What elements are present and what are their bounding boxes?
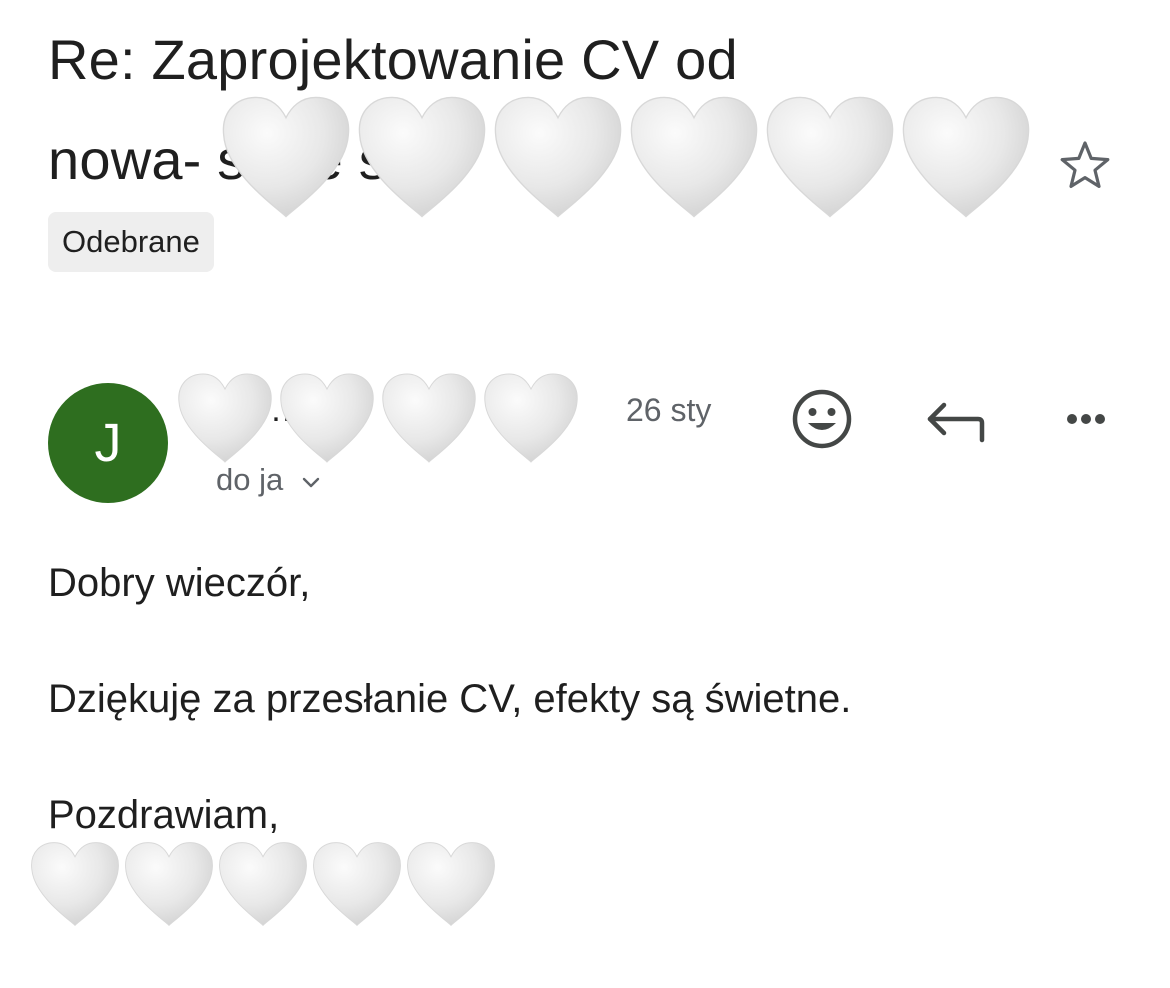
- avatar[interactable]: J: [48, 383, 168, 503]
- more-horizontal-icon[interactable]: [1050, 383, 1122, 455]
- body-closing: Pozdrawiam,: [48, 793, 280, 837]
- emoji-reaction-icon[interactable]: [786, 383, 858, 455]
- recipient-label: do ja: [216, 462, 284, 497]
- email-date: 26 sty: [626, 392, 712, 428]
- body-message: Dziękuję za przesłanie CV, efekty są świ…: [48, 677, 852, 721]
- star-icon[interactable]: [1055, 135, 1115, 195]
- reply-icon[interactable]: [920, 383, 992, 455]
- recipient-toggle[interactable]: do ja: [216, 458, 320, 502]
- email-body: Dobry wieczór, Dziękuję za przesłanie CV…: [48, 555, 1128, 899]
- label-chip-inbox[interactable]: Odebrane: [48, 212, 214, 272]
- subject-line-1: Re: Zaprojektowanie CV od: [48, 28, 738, 91]
- email-subject: Re: Zaprojektowanie CV od nowa- st r e s: [48, 10, 1038, 210]
- sender-name[interactable]: s e …: [215, 388, 615, 432]
- subject-line-2: nowa- st r e s: [48, 128, 387, 191]
- body-signature: st .: [48, 849, 102, 893]
- body-greeting: Dobry wieczór,: [48, 561, 311, 605]
- chevron-down-icon: [302, 477, 320, 488]
